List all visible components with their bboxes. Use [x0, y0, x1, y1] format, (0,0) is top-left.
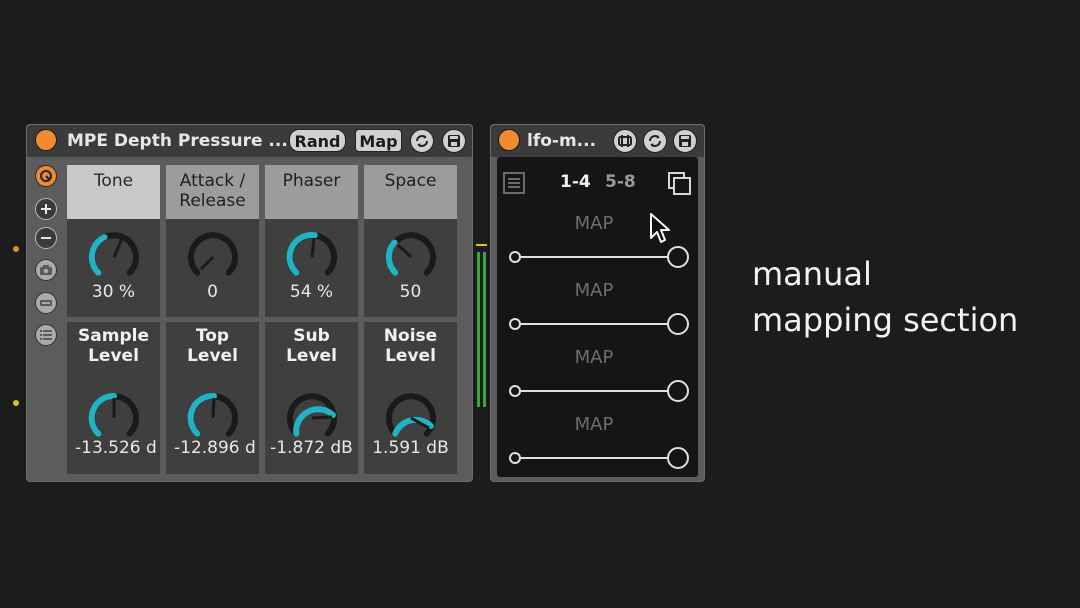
logo-icon	[39, 169, 53, 183]
knob-label: Noise Level	[364, 322, 457, 376]
list-icon	[40, 330, 52, 340]
add-button[interactable]	[35, 198, 57, 220]
noise-level-knob[interactable]	[385, 392, 437, 444]
space-knob[interactable]	[385, 231, 437, 283]
bar-icon	[40, 300, 52, 306]
knob-cell-top-level: Top Level -12.896 d	[166, 322, 259, 474]
range-min-handle[interactable]	[509, 251, 521, 263]
device-logo-button[interactable]	[35, 165, 57, 187]
page-tab-1-4[interactable]: 1-4	[560, 172, 591, 192]
track-indicator-dot	[13, 400, 19, 406]
page-tab-5-8[interactable]: 5-8	[605, 172, 636, 192]
reload-icon	[649, 135, 661, 147]
knob-label: Space	[364, 165, 457, 219]
map-slot-3-button[interactable]: MAP	[540, 347, 648, 368]
device-title: lfo-m...	[527, 131, 597, 151]
mpe-depth-pressure-device: MPE Depth Pressure ... Rand Map Tone 30 …	[26, 124, 473, 482]
map-range-slider-4[interactable]	[516, 457, 678, 459]
sub-level-knob[interactable]	[286, 392, 338, 444]
device-title: MPE Depth Pressure ...	[67, 131, 288, 151]
view-toggle-button[interactable]	[35, 292, 57, 314]
knob-value: 50	[399, 282, 422, 302]
range-max-handle[interactable]	[667, 313, 689, 335]
attack-release-knob[interactable]	[187, 231, 239, 283]
caption-line-1: manual	[752, 255, 872, 293]
map-slot-1-button[interactable]: MAP	[540, 213, 648, 234]
save-icon	[679, 135, 691, 147]
map-range-slider-2[interactable]	[516, 323, 678, 325]
top-level-knob[interactable]	[187, 392, 239, 444]
map-button[interactable]: Map	[355, 129, 402, 152]
rand-button[interactable]: Rand	[289, 129, 346, 152]
plus-icon	[41, 204, 51, 214]
meter-peak-marker	[476, 244, 487, 246]
knob-value: -13.526 d	[75, 438, 156, 458]
tone-knob[interactable]	[88, 231, 140, 283]
map-slot-4-button[interactable]: MAP	[540, 414, 648, 435]
knob-cell-sample-level: Sample Level -13.526 d	[67, 322, 160, 474]
device-power-button[interactable]	[35, 129, 57, 151]
range-max-handle[interactable]	[667, 246, 689, 268]
device-title-bar: MPE Depth Pressure ... Rand Map	[27, 125, 472, 157]
knob-value: -12.896 d	[174, 438, 255, 458]
knob-label: Top Level	[166, 322, 259, 376]
device-title-bar: lfo-m...	[491, 125, 704, 157]
save-button[interactable]	[673, 129, 697, 153]
range-max-handle[interactable]	[667, 447, 689, 469]
preset-list-button[interactable]	[35, 324, 57, 346]
knob-value: 0	[207, 282, 218, 302]
range-min-handle[interactable]	[509, 452, 521, 464]
map-range-slider-1[interactable]	[516, 256, 678, 258]
level-meter-right	[483, 252, 486, 407]
knob-cell-attack-release: Attack / Release 0	[166, 165, 259, 317]
caption-line-2: mapping section	[752, 301, 1019, 339]
minus-icon	[41, 237, 51, 239]
chain-icon	[618, 135, 632, 147]
menu-icon[interactable]	[503, 172, 525, 194]
reload-button[interactable]	[643, 129, 667, 153]
knob-cell-space: Space 50	[364, 165, 457, 317]
knob-label: Attack / Release	[166, 165, 259, 219]
knob-value: 54 %	[289, 282, 334, 302]
map-range-slider-3[interactable]	[516, 390, 678, 392]
knob-cell-tone: Tone 30 %	[67, 165, 160, 317]
knob-label: Phaser	[265, 165, 358, 219]
range-min-handle[interactable]	[509, 385, 521, 397]
knob-label: Tone	[67, 165, 160, 219]
camera-icon	[40, 265, 52, 275]
level-meter-left	[477, 252, 480, 407]
range-max-handle[interactable]	[667, 380, 689, 402]
device-power-button[interactable]	[498, 129, 520, 151]
knob-label: Sub Level	[265, 322, 358, 376]
copy-icon[interactable]	[668, 172, 692, 196]
range-min-handle[interactable]	[509, 318, 521, 330]
freeze-button[interactable]	[613, 129, 637, 153]
knob-label: Sample Level	[67, 322, 160, 376]
knob-cell-noise-level: Noise Level 1.591 dB	[364, 322, 457, 474]
snapshot-button[interactable]	[35, 259, 57, 281]
knob-cell-sub-level: Sub Level -1.872 dB	[265, 322, 358, 474]
mouse-cursor-icon	[650, 213, 670, 243]
knob-value: 30 %	[91, 282, 136, 302]
knob-value: -1.872 dB	[270, 438, 353, 458]
knob-cell-phaser: Phaser 54 %	[265, 165, 358, 317]
map-slot-2-button[interactable]: MAP	[540, 280, 648, 301]
remove-button[interactable]	[35, 227, 57, 249]
track-indicator-dot	[13, 246, 19, 252]
knob-value: 1.591 dB	[372, 438, 449, 458]
save-icon	[448, 135, 460, 147]
sample-level-knob[interactable]	[88, 392, 140, 444]
phaser-knob[interactable]	[286, 231, 338, 283]
reload-icon	[416, 135, 428, 147]
reload-button[interactable]	[410, 129, 434, 153]
save-button[interactable]	[442, 129, 466, 153]
